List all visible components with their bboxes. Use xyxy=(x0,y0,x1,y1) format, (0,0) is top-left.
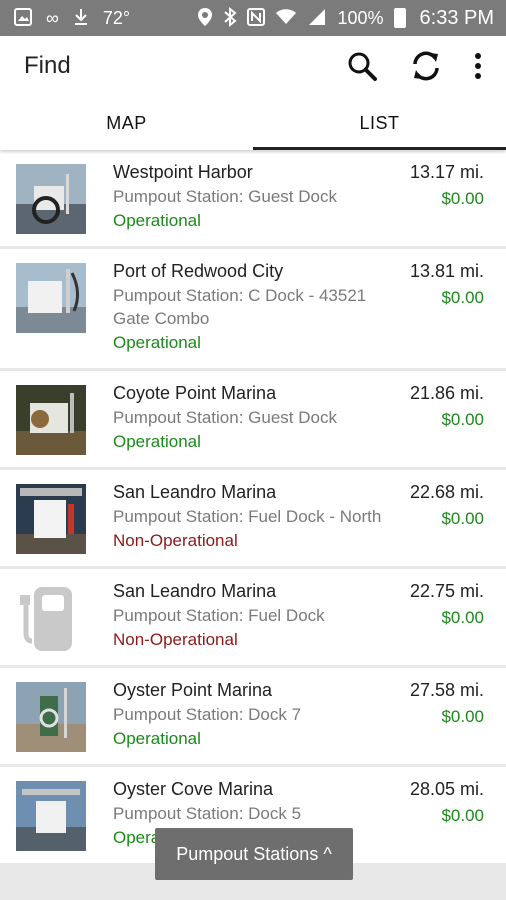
station-price: $0.00 xyxy=(441,410,484,429)
station-description: Pumpout Station: Dock 7 xyxy=(113,705,302,724)
list-item[interactable]: San Leandro Marina Pumpout Station: Fuel… xyxy=(0,569,506,665)
station-description: Pumpout Station: C Dock - 43521 Gate Com… xyxy=(113,286,367,328)
pump-placeholder-icon xyxy=(16,583,86,653)
station-distance: 27.58 mi. xyxy=(409,680,484,700)
location-icon xyxy=(197,7,213,30)
nfc-icon xyxy=(247,7,266,29)
station-description: Pumpout Station: Guest Dock xyxy=(113,408,337,427)
gallery-icon xyxy=(14,7,32,29)
station-photo xyxy=(16,484,86,554)
station-price: $0.00 xyxy=(441,288,484,307)
more-options-icon[interactable] xyxy=(474,52,482,80)
bluetooth-icon xyxy=(223,6,238,30)
tab-list[interactable]: LIST xyxy=(253,96,506,150)
clock: 6:33 PM xyxy=(419,7,494,29)
station-price: $0.00 xyxy=(441,806,484,825)
station-description: Pumpout Station: Fuel Dock xyxy=(113,606,325,625)
station-distance: 22.75 mi. xyxy=(409,581,484,601)
station-distance: 13.81 mi. xyxy=(409,261,484,281)
download-icon xyxy=(73,8,89,29)
wifi-icon xyxy=(275,8,297,29)
station-description: Pumpout Station: Fuel Dock - North xyxy=(113,507,382,526)
station-photo xyxy=(16,263,86,333)
list-item[interactable]: Port of Redwood City Pumpout Station: C … xyxy=(0,249,506,368)
station-description: Pumpout Station: Dock 5 xyxy=(113,804,302,823)
station-list: Westpoint Harbor Pumpout Station: Guest … xyxy=(0,150,506,900)
station-price: $0.00 xyxy=(441,189,484,208)
station-photo xyxy=(16,781,86,851)
station-description: Pumpout Station: Guest Dock xyxy=(113,187,337,206)
station-photo xyxy=(16,164,86,234)
station-price: $0.00 xyxy=(441,509,484,528)
list-item[interactable]: Westpoint Harbor Pumpout Station: Guest … xyxy=(0,150,506,246)
station-photo xyxy=(16,682,86,752)
temperature-text: 72° xyxy=(102,8,131,28)
tab-map[interactable]: MAP xyxy=(0,96,253,150)
refresh-icon[interactable] xyxy=(410,50,442,82)
battery-icon xyxy=(393,8,406,28)
tab-bar: MAP LIST xyxy=(0,96,506,150)
list-item[interactable]: Oyster Point Marina Pumpout Station: Doc… xyxy=(0,668,506,764)
status-bar: ∞ 72° 100% 6:33 PM xyxy=(0,0,506,36)
station-distance: 28.05 mi. xyxy=(409,779,484,799)
status-badge: Operational xyxy=(113,333,201,352)
battery-percent: 100% xyxy=(337,8,384,28)
page-title: Find xyxy=(24,52,71,79)
station-distance: 13.17 mi. xyxy=(409,162,484,182)
station-distance: 21.86 mi. xyxy=(409,383,484,403)
signal-icon xyxy=(307,8,327,29)
list-item[interactable]: San Leandro Marina Pumpout Station: Fuel… xyxy=(0,470,506,566)
pumpout-stations-filter-button[interactable]: Pumpout Stations ^ xyxy=(155,828,353,880)
station-photo xyxy=(16,385,86,455)
app-bar: Find xyxy=(0,36,506,96)
station-price: $0.00 xyxy=(441,608,484,627)
list-item[interactable]: Coyote Point Marina Pumpout Station: Gue… xyxy=(0,371,506,467)
station-price: $0.00 xyxy=(441,707,484,726)
infinity-icon: ∞ xyxy=(46,8,59,28)
search-icon[interactable] xyxy=(346,50,378,82)
station-distance: 22.68 mi. xyxy=(409,482,484,502)
